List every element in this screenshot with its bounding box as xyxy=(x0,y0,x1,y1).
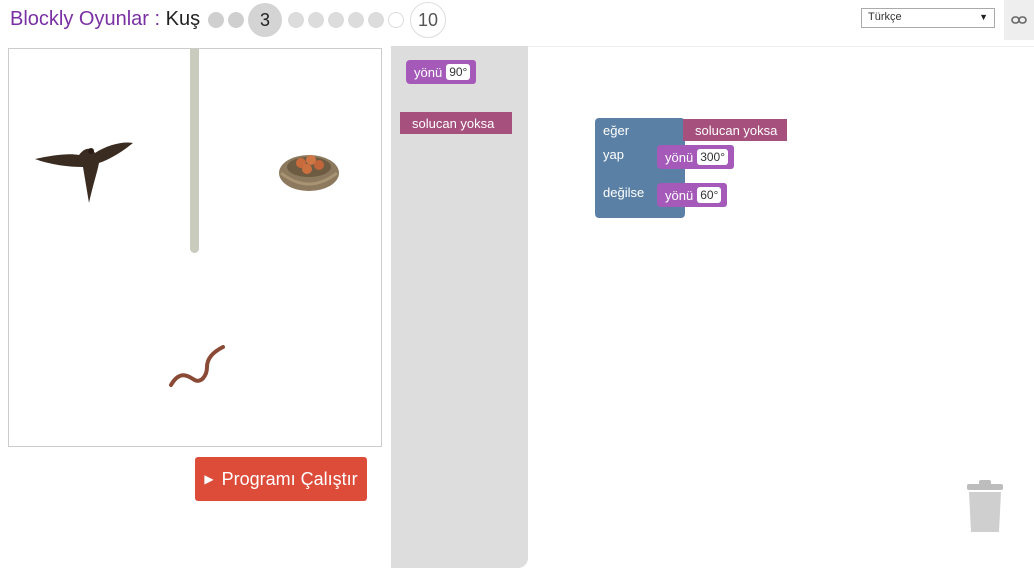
level-selector: 3 10 xyxy=(208,2,446,38)
else-heading-block[interactable]: yönü 60° xyxy=(657,183,728,207)
if-label: eğer xyxy=(603,123,630,138)
dropdown-arrow-icon: ▼ xyxy=(979,12,988,22)
level-dot-7[interactable] xyxy=(348,12,364,28)
heading-angle-field[interactable]: 90° xyxy=(446,64,471,80)
level-name: Kuş xyxy=(165,8,201,30)
level-dot-1[interactable] xyxy=(208,12,224,28)
bird-image xyxy=(35,142,133,203)
else-label: değilse xyxy=(603,185,645,200)
trash-icon[interactable] xyxy=(965,480,1005,534)
run-button-label: Programı Çalıştır xyxy=(221,468,358,489)
play-icon: ▶ xyxy=(204,472,214,486)
level-dot-8[interactable] xyxy=(368,12,384,28)
toolbox-heading-block[interactable]: yönü 90° xyxy=(406,60,477,84)
level-dot-9[interactable] xyxy=(388,12,404,28)
level-dot-2[interactable] xyxy=(228,12,244,28)
level-dot-4[interactable] xyxy=(288,12,304,28)
last-level-button[interactable]: 10 xyxy=(410,2,446,38)
page-title: Blockly Oyunlar : Kuş xyxy=(10,8,200,31)
link-button[interactable] xyxy=(1004,0,1034,40)
level-dot-5[interactable] xyxy=(308,12,324,28)
do-heading-label: yönü xyxy=(665,149,694,165)
condition-block-label: solucan yoksa xyxy=(412,115,495,131)
nest-image xyxy=(279,155,339,191)
game-stage xyxy=(8,48,382,447)
wall xyxy=(190,49,199,253)
level-dot-6[interactable] xyxy=(328,12,344,28)
toolbox-condition-block[interactable]: solucan yoksa xyxy=(400,112,512,134)
else-angle-field[interactable]: 60° xyxy=(697,187,722,203)
do-heading-block[interactable]: yönü 300° xyxy=(657,145,735,169)
workspace-condition-block[interactable]: solucan yoksa xyxy=(683,119,787,141)
worm-image xyxy=(169,345,225,387)
language-value: Türkçe xyxy=(868,11,902,23)
run-program-button[interactable]: ▶ Programı Çalıştır xyxy=(195,457,367,501)
do-label: yap xyxy=(603,147,624,162)
else-heading-label: yönü xyxy=(665,187,694,203)
link-icon xyxy=(1011,16,1027,24)
workspace-condition-label: solucan yoksa xyxy=(695,122,778,138)
heading-block-label: yönü xyxy=(414,64,443,80)
do-angle-field[interactable]: 300° xyxy=(697,149,729,165)
header: Blockly Oyunlar : Kuş 3 10 Türkçe ▼ xyxy=(0,0,1034,40)
language-select[interactable]: Türkçe ▼ xyxy=(861,8,995,28)
app-title: Blockly Oyunlar : xyxy=(10,8,166,30)
current-level-indicator[interactable]: 3 xyxy=(248,3,282,37)
